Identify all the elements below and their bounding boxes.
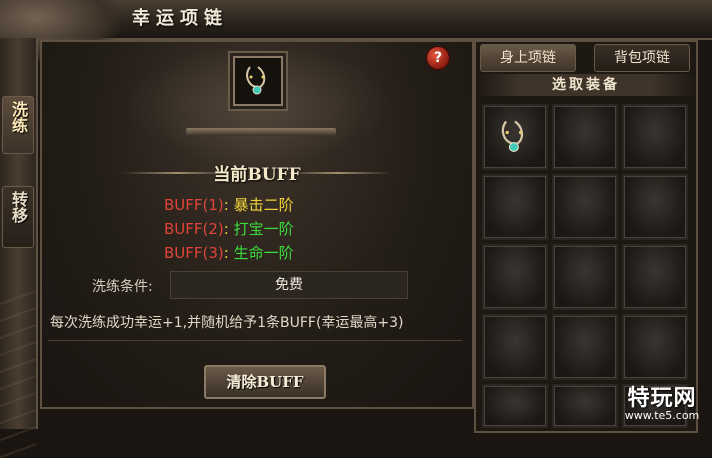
equipment-slot[interactable] [622,174,688,240]
condition-label: 洗练条件: [92,279,153,295]
equipment-slot[interactable] [482,244,548,310]
tab-bag-necklace[interactable]: 背包项链 [594,44,690,72]
buff-1-value: 暴击二阶 [233,196,294,214]
equipment-panel: 身上项链 背包项链 选取装备 [474,40,698,433]
equipment-slot[interactable] [622,104,688,170]
necklace-icon [501,120,524,152]
watermark-main: 特玩网 [627,386,697,411]
equipment-slot[interactable] [552,314,618,380]
buff-2-sep: : [223,220,229,238]
window-title-bar: 幸运项链 [0,0,712,62]
refine-panel: ? 当前BUFF BUFF(1): 暴击二阶 BUFF(2): 打宝一阶 BUF… [40,40,474,409]
equipment-slot[interactable] [482,314,548,380]
watermark-url: www.te5.com [624,409,700,422]
refine-info-text: 每次洗练成功幸运+1,并随机给予1条BUFF(幸运最高+3) [50,315,404,331]
tab-refine-label: 洗练 [9,101,28,133]
help-button[interactable]: ? [426,46,450,70]
buff-3-key: BUFF(3) [164,244,224,262]
tab-transfer-label: 转移 [9,191,28,223]
equipment-slot[interactable] [622,314,688,380]
window-title: 幸运项链 [132,8,228,29]
tab-transfer[interactable]: 转移 [2,186,34,248]
rune-ornament [0,288,36,458]
buff-row-1: BUFF(1): 暴击二阶 [164,194,294,215]
equipment-slot[interactable] [622,244,688,310]
tab-equipped-necklace[interactable]: 身上项链 [480,44,576,72]
watermark-logo: 特玩网 www.te5.com [614,380,710,426]
equipment-slot[interactable] [552,384,618,428]
divider [48,340,462,341]
buff-2-value: 打宝一阶 [233,220,294,238]
equipment-slot[interactable] [552,174,618,240]
buff-row-3: BUFF(3): 生命一阶 [164,242,294,263]
clear-buff-button[interactable]: 清除BUFF [204,365,326,399]
equipped-item-slot[interactable] [233,56,283,106]
buff-row-2: BUFF(2): 打宝一阶 [164,218,294,239]
equipment-slot[interactable] [482,384,548,428]
buff-3-value: 生命一阶 [233,244,294,262]
current-buff-title: 当前BUFF [213,165,301,185]
necklace-icon [246,66,266,95]
condition-value: 免费 [170,271,408,299]
equipment-slot[interactable] [482,104,548,170]
item-pedestal [186,128,336,136]
equipment-slot[interactable] [552,104,618,170]
select-equipment-title: 选取装备 [476,74,696,96]
buff-1-sep: : [223,196,229,214]
equipment-slot[interactable] [552,244,618,310]
equipment-slot[interactable] [482,174,548,240]
buff-1-key: BUFF(1) [164,196,224,214]
buff-2-key: BUFF(2) [164,220,224,238]
side-tab-strip: 洗练 转移 [0,38,38,458]
tab-refine[interactable]: 洗练 [2,96,34,154]
buff-3-sep: : [223,244,229,262]
